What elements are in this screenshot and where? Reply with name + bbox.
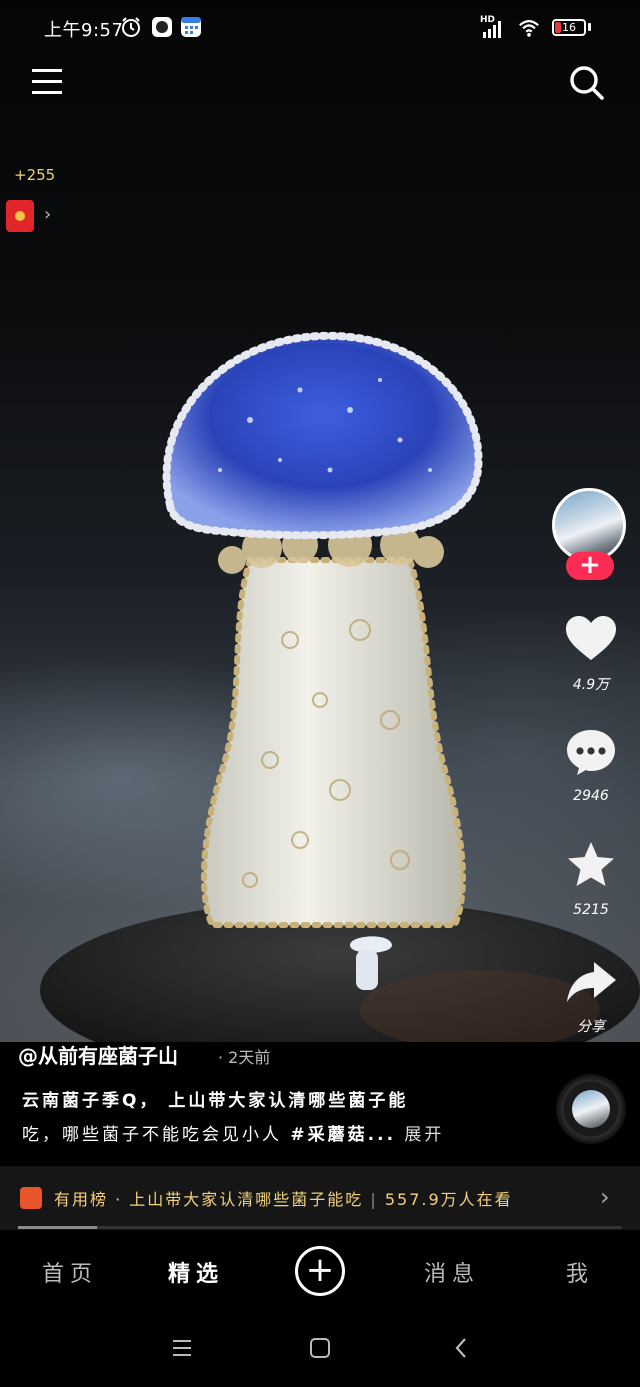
search-icon[interactable] bbox=[566, 62, 606, 102]
red-packet-arrow[interactable]: › bbox=[44, 204, 51, 225]
post-time: · 2天前 bbox=[218, 1048, 271, 1067]
nav-featured[interactable]: 精选 bbox=[168, 1256, 224, 1288]
banner-text: 有用榜 · 上山带大家认清哪些菌子能吃 | 557.9万人在看 bbox=[54, 1190, 513, 1209]
status-bar: 上午9:57 HD 16 bbox=[0, 0, 640, 56]
like-count: 4.9万 bbox=[572, 677, 610, 693]
red-packet-icon[interactable] bbox=[6, 200, 34, 232]
record-icon bbox=[152, 17, 172, 37]
heart-icon[interactable] bbox=[564, 614, 618, 664]
share-icon[interactable] bbox=[564, 958, 618, 1008]
recent-apps-icon[interactable] bbox=[170, 1336, 194, 1360]
back-icon[interactable] bbox=[450, 1336, 474, 1360]
music-disc[interactable] bbox=[556, 1074, 626, 1144]
nav-home[interactable]: 首页 bbox=[42, 1256, 98, 1288]
nav-messages[interactable]: 消息 bbox=[424, 1256, 480, 1288]
video-player[interactable] bbox=[0, 0, 640, 1042]
coin-reward: +255 bbox=[14, 166, 56, 184]
menu-icon[interactable] bbox=[30, 66, 64, 98]
banner-viewers: 557.9万人在看 bbox=[384, 1190, 513, 1209]
follow-button[interactable]: + bbox=[566, 552, 614, 580]
trending-icon bbox=[20, 1187, 42, 1209]
wifi-icon bbox=[519, 20, 539, 37]
signal-icon bbox=[483, 21, 501, 38]
author-name[interactable]: @从前有座菌子山 bbox=[18, 1040, 178, 1069]
status-time: 上午9:57 bbox=[44, 20, 124, 41]
favorite-count: 5215 bbox=[573, 902, 609, 918]
post-description-line1[interactable]: 云南菌子季Q， 上山带大家认清哪些菌子能 bbox=[22, 1086, 462, 1111]
post-description-line2[interactable]: 吃，哪些菌子不能吃会见小人 #采蘑菇... 展开 bbox=[22, 1120, 462, 1145]
star-icon[interactable] bbox=[564, 840, 618, 890]
mushroom-image bbox=[40, 331, 640, 1042]
hashtag-link[interactable]: #采蘑菇... bbox=[290, 1125, 396, 1145]
home-icon[interactable] bbox=[308, 1336, 332, 1360]
battery-icon: 16 bbox=[552, 19, 586, 36]
video-progress-bar[interactable] bbox=[18, 1226, 622, 1229]
calendar-icon bbox=[181, 17, 201, 37]
share-label: 分享 bbox=[577, 1019, 605, 1035]
comment-icon[interactable] bbox=[564, 727, 618, 777]
chevron-right-icon: › bbox=[600, 1183, 610, 1211]
nav-me[interactable]: 我 bbox=[566, 1256, 594, 1288]
alarm-icon bbox=[122, 17, 140, 37]
expand-button[interactable]: 展开 bbox=[396, 1125, 444, 1145]
comment-count: 2946 bbox=[573, 788, 609, 804]
trending-banner[interactable]: 有用榜 · 上山带大家认清哪些菌子能吃 | 557.9万人在看 › bbox=[0, 1166, 640, 1230]
battery-level: 16 bbox=[562, 21, 576, 34]
add-icon[interactable]: + bbox=[295, 1246, 345, 1296]
